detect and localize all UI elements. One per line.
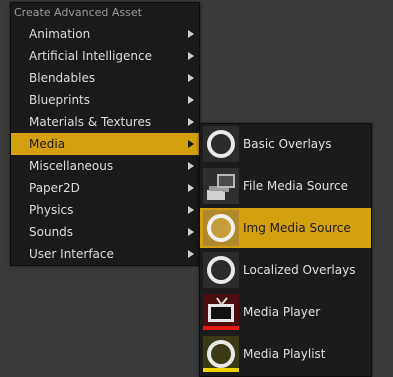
- menu-item-blendables[interactable]: Blendables: [11, 67, 199, 89]
- submenu-item-basic-overlays[interactable]: Basic Overlays: [200, 124, 371, 164]
- menu-item-animation[interactable]: Animation: [11, 23, 199, 45]
- menu-item-label: Media: [29, 137, 66, 151]
- submenu-item-label: Media Player: [243, 305, 321, 319]
- menu-item-label: Sounds: [29, 225, 74, 239]
- menu-item-media[interactable]: Media: [11, 133, 199, 155]
- menu-item-materials-textures[interactable]: Materials & Textures: [11, 111, 199, 133]
- chevron-right-icon: [187, 67, 195, 89]
- menu-item-sounds[interactable]: Sounds: [11, 221, 199, 243]
- chevron-right-icon: [187, 23, 195, 45]
- submenu-item-label: File Media Source: [243, 179, 348, 193]
- chevron-right-icon: [187, 111, 195, 133]
- menu-item-artificial-intelligence[interactable]: Artificial Intelligence: [11, 45, 199, 67]
- chevron-right-icon: [187, 89, 195, 111]
- submenu-item-localized-overlays[interactable]: Localized Overlays: [200, 250, 371, 290]
- media-submenu: Basic Overlays File Media Source Img Med…: [199, 123, 372, 377]
- menu-item-label: Artificial Intelligence: [29, 49, 152, 63]
- menu-item-label: Physics: [29, 203, 74, 217]
- submenu-item-file-media-source[interactable]: File Media Source: [200, 166, 371, 206]
- overlay-ring-icon: [203, 252, 239, 288]
- menu-header: Create Advanced Asset: [14, 6, 142, 19]
- submenu-item-label: Img Media Source: [243, 221, 351, 235]
- menu-item-blueprints[interactable]: Blueprints: [11, 89, 199, 111]
- menu-item-label: Animation: [29, 27, 91, 41]
- menu-item-label: User Interface: [29, 247, 114, 261]
- submenu-item-label: Localized Overlays: [243, 263, 356, 277]
- file-media-source-icon: [203, 168, 239, 204]
- chevron-right-icon: [187, 221, 195, 243]
- chevron-right-icon: [187, 133, 195, 155]
- submenu-item-label: Basic Overlays: [243, 137, 332, 151]
- submenu-item-media-playlist[interactable]: Media Playlist: [200, 334, 371, 374]
- chevron-right-icon: [187, 45, 195, 67]
- submenu-item-label: Media Playlist: [243, 347, 326, 361]
- create-advanced-asset-menu: Create Advanced Asset Animation Artifici…: [10, 2, 200, 266]
- chevron-right-icon: [187, 177, 195, 199]
- menu-item-label: Blueprints: [29, 93, 91, 107]
- menu-item-user-interface[interactable]: User Interface: [11, 243, 199, 265]
- chevron-right-icon: [187, 199, 195, 221]
- menu-item-miscellaneous[interactable]: Miscellaneous: [11, 155, 199, 177]
- tv-icon: [203, 294, 239, 330]
- menu-item-label: Miscellaneous: [29, 159, 114, 173]
- menu-item-label: Materials & Textures: [29, 115, 152, 129]
- menu-item-paper2d[interactable]: Paper2D: [11, 177, 199, 199]
- menu-item-label: Paper2D: [29, 181, 80, 195]
- chevron-right-icon: [187, 155, 195, 177]
- menu-item-physics[interactable]: Physics: [11, 199, 199, 221]
- overlay-ring-icon: [203, 126, 239, 162]
- playlist-ring-icon: [203, 336, 239, 372]
- chevron-right-icon: [187, 243, 195, 265]
- submenu-item-media-player[interactable]: Media Player: [200, 292, 371, 332]
- submenu-item-img-media-source[interactable]: Img Media Source: [200, 208, 371, 248]
- img-media-source-icon: [203, 210, 239, 246]
- menu-item-label: Blendables: [29, 71, 96, 85]
